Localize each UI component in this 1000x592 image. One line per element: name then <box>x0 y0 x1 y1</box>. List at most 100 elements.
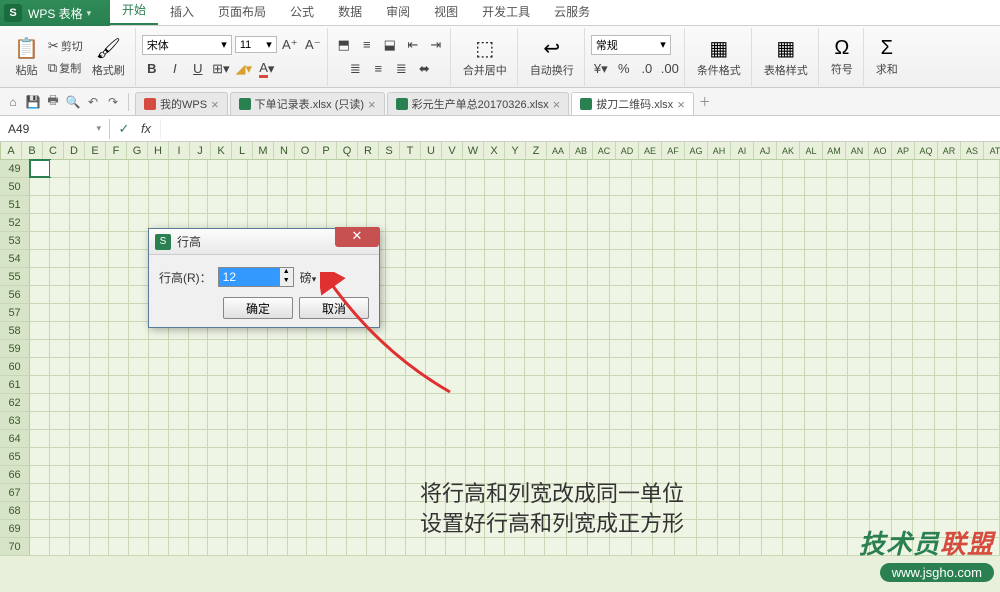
row-header[interactable]: 50 <box>0 178 30 195</box>
copy-button[interactable]: ⧉复制 <box>45 58 86 78</box>
cell[interactable] <box>957 178 979 195</box>
cell[interactable] <box>169 160 189 177</box>
cell[interactable] <box>406 322 426 339</box>
cell[interactable] <box>827 160 849 177</box>
cell[interactable] <box>957 250 979 267</box>
cell[interactable] <box>485 268 505 285</box>
home-icon[interactable]: ⌂ <box>4 93 22 111</box>
cell[interactable] <box>70 466 90 483</box>
cell[interactable] <box>525 286 545 303</box>
cell[interactable] <box>697 430 719 447</box>
cell[interactable] <box>783 232 805 249</box>
cell[interactable] <box>208 520 228 537</box>
cell[interactable] <box>632 250 654 267</box>
cell[interactable] <box>268 358 288 375</box>
cell[interactable] <box>567 394 589 411</box>
cell[interactable] <box>870 196 892 213</box>
cell[interactable] <box>870 376 892 393</box>
cell[interactable] <box>505 304 525 321</box>
cell[interactable] <box>805 538 827 555</box>
row-header[interactable]: 63 <box>0 412 30 429</box>
cell[interactable] <box>327 394 347 411</box>
cell[interactable] <box>675 160 697 177</box>
cell[interactable] <box>588 538 610 555</box>
cell[interactable] <box>978 250 1000 267</box>
cell[interactable] <box>913 340 935 357</box>
cell[interactable] <box>466 358 486 375</box>
row-header[interactable]: 66 <box>0 466 30 483</box>
column-header[interactable]: AD <box>616 142 639 159</box>
cell[interactable] <box>935 430 957 447</box>
cell[interactable] <box>805 358 827 375</box>
cell[interactable] <box>783 376 805 393</box>
cell[interactable] <box>189 430 209 447</box>
cell[interactable] <box>169 178 189 195</box>
cell[interactable] <box>149 394 169 411</box>
cell[interactable] <box>505 286 525 303</box>
cell[interactable] <box>347 466 367 483</box>
cell[interactable] <box>783 304 805 321</box>
cell[interactable] <box>208 160 228 177</box>
cell[interactable] <box>892 160 914 177</box>
cell[interactable] <box>90 448 110 465</box>
cell[interactable] <box>740 232 762 249</box>
cell[interactable] <box>848 250 870 267</box>
cell[interactable] <box>189 376 209 393</box>
cell[interactable] <box>129 520 149 537</box>
cell[interactable] <box>129 394 149 411</box>
currency-button[interactable]: ¥▾ <box>591 59 611 79</box>
cell[interactable] <box>567 160 589 177</box>
undo-icon[interactable]: ↶ <box>84 93 102 111</box>
cell[interactable] <box>485 394 505 411</box>
cell[interactable] <box>189 160 209 177</box>
cell[interactable] <box>446 214 466 231</box>
cell[interactable] <box>189 340 209 357</box>
sum-button[interactable]: Σ 求和 <box>870 35 904 79</box>
cell[interactable] <box>805 502 827 519</box>
cell[interactable] <box>762 196 784 213</box>
cell[interactable] <box>718 394 740 411</box>
cell[interactable] <box>307 340 327 357</box>
cell[interactable] <box>30 484 50 501</box>
tab-start[interactable]: 开始 <box>110 0 158 25</box>
cell[interactable] <box>406 268 426 285</box>
cell[interactable] <box>406 160 426 177</box>
cell[interactable] <box>288 340 308 357</box>
cell[interactable] <box>653 232 675 249</box>
cell[interactable] <box>109 394 129 411</box>
cell[interactable] <box>50 538 70 555</box>
cell[interactable] <box>208 412 228 429</box>
cell[interactable] <box>426 250 446 267</box>
doc-tab-1[interactable]: 下单记录表.xlsx (只读) × <box>230 92 385 115</box>
align-top-button[interactable]: ⬒ <box>334 35 354 55</box>
cell[interactable] <box>783 484 805 501</box>
cell[interactable] <box>109 520 129 537</box>
cell[interactable] <box>935 196 957 213</box>
cell[interactable] <box>288 358 308 375</box>
cell[interactable] <box>935 484 957 501</box>
cell[interactable] <box>805 340 827 357</box>
cell[interactable] <box>169 412 189 429</box>
cancel-button[interactable]: 取消 <box>299 297 369 319</box>
cell[interactable] <box>978 322 1000 339</box>
cell[interactable] <box>466 412 486 429</box>
cell[interactable] <box>505 340 525 357</box>
cell[interactable] <box>30 340 50 357</box>
cell[interactable] <box>169 340 189 357</box>
cell[interactable] <box>90 268 110 285</box>
cell[interactable] <box>913 448 935 465</box>
cell[interactable] <box>827 376 849 393</box>
cell[interactable] <box>740 178 762 195</box>
cell[interactable] <box>367 502 387 519</box>
cell[interactable] <box>129 340 149 357</box>
cell[interactable] <box>485 232 505 249</box>
row-header[interactable]: 68 <box>0 502 30 519</box>
cell[interactable] <box>848 376 870 393</box>
cell[interactable] <box>367 178 387 195</box>
cell[interactable] <box>208 430 228 447</box>
cell[interactable] <box>505 196 525 213</box>
cell[interactable] <box>466 232 486 249</box>
cell[interactable] <box>268 430 288 447</box>
cell[interactable] <box>446 178 466 195</box>
cell[interactable] <box>208 178 228 195</box>
